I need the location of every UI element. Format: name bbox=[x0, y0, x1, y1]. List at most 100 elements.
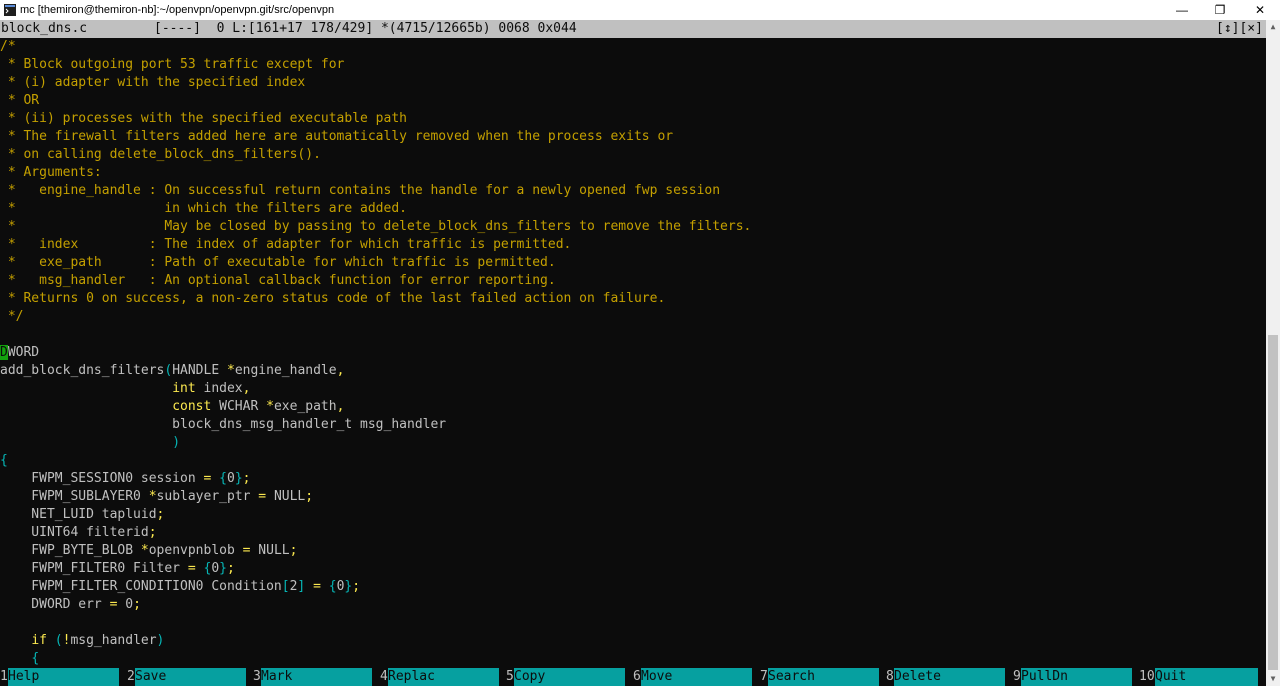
editor-terminal[interactable]: block_dns.c [----] 0 L:[161+17 178/429] … bbox=[0, 20, 1266, 686]
code-token: int bbox=[172, 381, 196, 396]
code-token: * (ii) processes with the specified exec… bbox=[0, 111, 407, 126]
code-line[interactable]: int index, bbox=[0, 380, 250, 398]
code-line[interactable]: FWPM_SESSION0 session = {0}; bbox=[0, 470, 250, 488]
fkey-move[interactable]: 6Move bbox=[633, 668, 760, 686]
code-token: * msg_handler : An optional callback fun… bbox=[0, 273, 556, 288]
fkey-label: Copy bbox=[514, 668, 625, 686]
code-line[interactable]: DWORD err = 0; bbox=[0, 596, 141, 614]
fkey-copy[interactable]: 5Copy bbox=[506, 668, 633, 686]
text-cursor: D bbox=[0, 345, 8, 360]
terminal-app-icon bbox=[4, 4, 16, 16]
code-token: } bbox=[234, 471, 243, 486]
code-token: ( bbox=[54, 633, 63, 648]
fkey-label: Replac bbox=[388, 668, 499, 686]
code-token: DWORD err bbox=[0, 597, 110, 612]
code-line[interactable]: FWPM_SUBLAYER0 *sublayer_ptr = NULL; bbox=[0, 488, 313, 506]
window-title: mc [themiron@themiron-nb]:~/openvpn/open… bbox=[20, 4, 335, 16]
code-line[interactable]: * engine_handle : On successful return c… bbox=[0, 182, 720, 200]
scroll-thumb[interactable] bbox=[1268, 335, 1278, 670]
code-token: HANDLE bbox=[172, 363, 227, 378]
code-line[interactable]: DWORD bbox=[0, 344, 39, 362]
code-line[interactable]: UINT64 filterid; bbox=[0, 524, 156, 542]
fkey-save[interactable]: 2Save bbox=[127, 668, 254, 686]
fkey-help[interactable]: 1Help bbox=[0, 668, 127, 686]
minimize-button[interactable]: — bbox=[1162, 0, 1202, 20]
fkey-mark[interactable]: 3Mark bbox=[253, 668, 380, 686]
code-line[interactable]: { bbox=[0, 452, 8, 470]
code-line[interactable]: * Arguments: bbox=[0, 164, 102, 182]
code-token: ; bbox=[242, 471, 251, 486]
code-line[interactable]: if (!msg_handler) bbox=[0, 632, 164, 650]
fkey-number: 7 bbox=[760, 668, 768, 686]
code-line[interactable]: block_dns_msg_handler_t msg_handler bbox=[0, 416, 446, 434]
code-token: * (i) adapter with the specified index bbox=[0, 75, 306, 90]
code-line[interactable]: * The firewall filters added here are au… bbox=[0, 128, 673, 146]
code-token: * Arguments: bbox=[0, 165, 102, 180]
fkey-number: 6 bbox=[633, 668, 641, 686]
code-token: ; bbox=[289, 543, 298, 558]
code-line[interactable]: const WCHAR *exe_path, bbox=[0, 398, 344, 416]
code-line[interactable]: */ bbox=[0, 308, 24, 326]
code-token: FWPM_SUBLAYER0 bbox=[0, 489, 149, 504]
code-token: [ bbox=[281, 579, 290, 594]
code-token: * engine_handle : On successful return c… bbox=[0, 183, 721, 198]
code-line[interactable]: { bbox=[0, 650, 39, 668]
fkey-replac[interactable]: 4Replac bbox=[380, 668, 507, 686]
code-token: add_block_dns_filters bbox=[0, 363, 165, 378]
code-token: sublayer_ptr bbox=[156, 489, 259, 504]
restore-button[interactable]: ❐ bbox=[1200, 0, 1240, 20]
code-line[interactable]: * OR bbox=[0, 92, 39, 110]
code-token: FWPM_SESSION0 session bbox=[0, 471, 204, 486]
function-key-bar: 1Help 2Save 3Mark 4Replac 5Copy 6Move 7Search 8… bbox=[0, 668, 1266, 686]
code-token: = bbox=[258, 489, 267, 504]
code-token: NET_LUID tapluid bbox=[0, 507, 157, 522]
fkey-quit[interactable]: 10Quit bbox=[1139, 668, 1266, 686]
code-line[interactable]: * (i) adapter with the specified index bbox=[0, 74, 305, 92]
code-line[interactable]: * Block outgoing port 53 traffic except … bbox=[0, 56, 345, 74]
code-token: 0 bbox=[211, 561, 220, 576]
code-line[interactable]: FWPM_FILTER0 Filter = {0}; bbox=[0, 560, 235, 578]
code-line[interactable]: /* bbox=[0, 38, 16, 56]
editor-window-controls[interactable]: [↕][×] bbox=[1216, 20, 1263, 38]
code-token: FWPM_FILTER_CONDITION0 Condition bbox=[0, 579, 282, 594]
code-line[interactable]: * (ii) processes with the specified exec… bbox=[0, 110, 407, 128]
scroll-down-icon[interactable]: ▼ bbox=[1266, 672, 1280, 686]
window-titlebar: mc [themiron@themiron-nb]:~/openvpn/open… bbox=[0, 0, 1280, 20]
fkey-number: 4 bbox=[380, 668, 388, 686]
code-line[interactable]: * exe_path : Path of executable for whic… bbox=[0, 254, 556, 272]
code-line[interactable]: add_block_dns_filters(HANDLE *engine_han… bbox=[0, 362, 344, 380]
code-line[interactable]: * May be closed by passing to delete_blo… bbox=[0, 218, 752, 236]
code-line[interactable]: FWPM_FILTER_CONDITION0 Condition[2] = {0… bbox=[0, 578, 360, 596]
code-line[interactable]: * index : The index of adapter for which… bbox=[0, 236, 572, 254]
fkey-number: 9 bbox=[1013, 668, 1021, 686]
code-token: /* bbox=[0, 39, 16, 54]
scroll-up-icon[interactable]: ▲ bbox=[1266, 20, 1280, 34]
code-token: , bbox=[336, 399, 345, 414]
fkey-number: 10 bbox=[1139, 668, 1155, 686]
close-button[interactable]: ✕ bbox=[1240, 0, 1280, 20]
code-token: */ bbox=[0, 309, 24, 324]
code-token: openvpnblob bbox=[148, 543, 243, 558]
code-line[interactable]: * on calling delete_block_dns_filters(). bbox=[0, 146, 321, 164]
code-token: * The firewall filters added here are au… bbox=[0, 129, 674, 144]
file-name: block_dns.c bbox=[1, 21, 88, 36]
code-token: WCHAR bbox=[211, 399, 267, 414]
code-line[interactable]: * Returns 0 on success, a non-zero statu… bbox=[0, 290, 665, 308]
code-token: * Returns 0 on success, a non-zero statu… bbox=[0, 291, 666, 306]
code-line[interactable]: * in which the filters are added. bbox=[0, 200, 407, 218]
code-line[interactable]: ) bbox=[0, 434, 180, 452]
code-token: exe_path bbox=[273, 399, 337, 414]
fkey-search[interactable]: 7Search bbox=[760, 668, 887, 686]
code-token: engine_handle bbox=[234, 363, 337, 378]
fkey-pulldn[interactable]: 9PullDn bbox=[1013, 668, 1140, 686]
vertical-scrollbar[interactable]: ▲ ▼ bbox=[1266, 20, 1280, 686]
code-line[interactable]: FWP_BYTE_BLOB *openvpnblob = NULL; bbox=[0, 542, 297, 560]
fkey-delete[interactable]: 8Delete bbox=[886, 668, 1013, 686]
code-line[interactable]: NET_LUID tapluid; bbox=[0, 506, 164, 524]
code-line[interactable]: * msg_handler : An optional callback fun… bbox=[0, 272, 556, 290]
